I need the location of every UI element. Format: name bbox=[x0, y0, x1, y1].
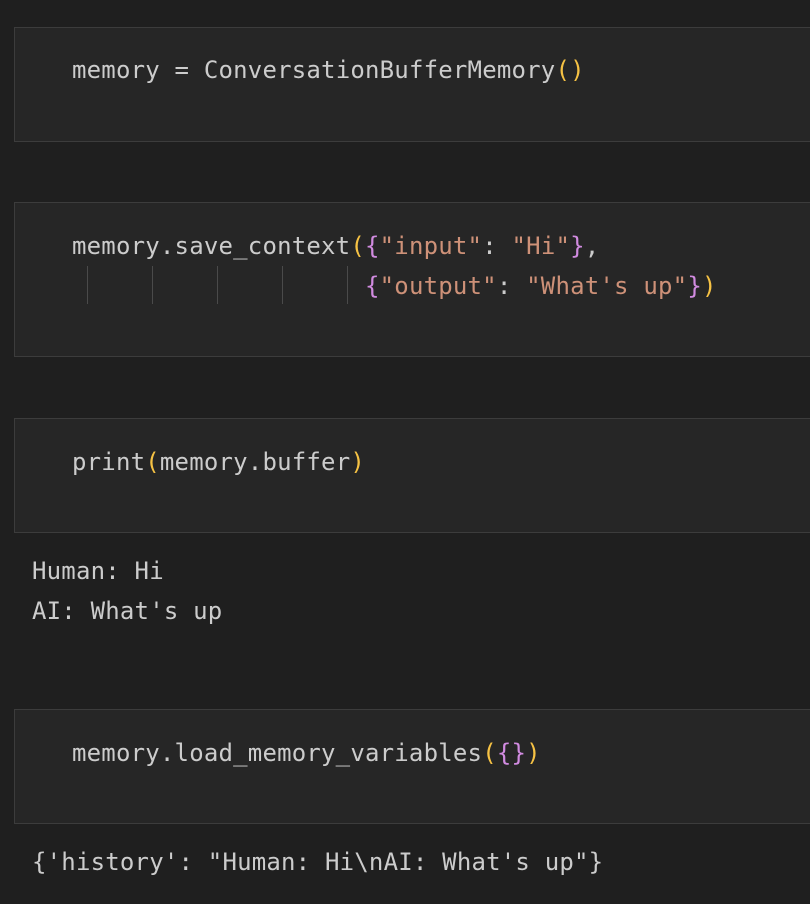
cell-output-line: AI: What's up bbox=[32, 597, 223, 625]
code-token: "What's up" bbox=[526, 272, 688, 300]
code-token: ( bbox=[350, 232, 365, 260]
code-token: memory bbox=[72, 56, 160, 84]
code-token: , bbox=[584, 232, 600, 260]
code-line: {"output": "What's up"}) bbox=[72, 271, 717, 301]
code-token: = bbox=[159, 56, 204, 84]
code-token: ) bbox=[526, 739, 541, 767]
code-token: } bbox=[687, 272, 702, 300]
code-token: "input" bbox=[379, 232, 483, 260]
code-token: ( bbox=[145, 448, 160, 476]
code-token: ) bbox=[701, 272, 717, 300]
cell-output-line: Human: Hi bbox=[32, 557, 164, 585]
code-token: } bbox=[570, 232, 585, 260]
code-token: { bbox=[365, 232, 380, 260]
code-token: ) bbox=[350, 448, 366, 476]
code-token: memory.buffer bbox=[159, 448, 351, 476]
code-token: { bbox=[364, 272, 380, 300]
code-line: memory.save_context({"input": "Hi"}, bbox=[72, 231, 599, 261]
code-token: {} bbox=[496, 739, 527, 767]
code-token: : bbox=[482, 232, 512, 260]
code-token: print bbox=[72, 448, 146, 476]
code-line: memory.load_memory_variables({}) bbox=[72, 738, 541, 768]
code-token: memory.save_context bbox=[72, 232, 351, 260]
code-token: ( bbox=[482, 739, 497, 767]
code-token: () bbox=[555, 56, 585, 84]
code-token: memory.load_memory_variables bbox=[72, 739, 483, 767]
code-line: memory = ConversationBufferMemory() bbox=[72, 55, 585, 85]
code-token: ConversationBufferMemory bbox=[203, 56, 556, 84]
code-token: "output" bbox=[379, 272, 497, 300]
code-token: "Hi" bbox=[511, 232, 571, 260]
code-line: print(memory.buffer) bbox=[72, 447, 365, 477]
cell-output-line: {'history': "Human: Hi\nAI: What's up"} bbox=[32, 848, 604, 876]
code-token: : bbox=[496, 272, 527, 300]
